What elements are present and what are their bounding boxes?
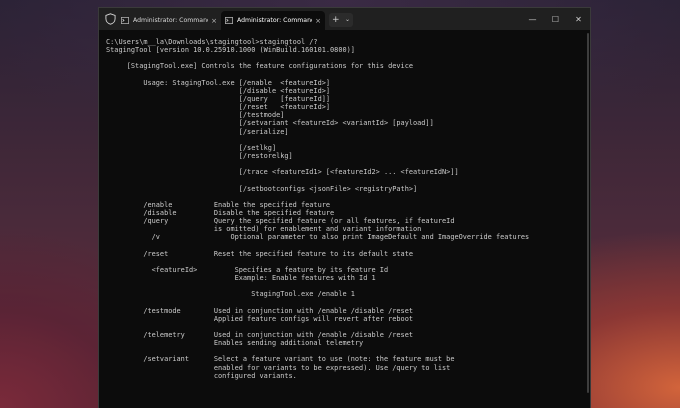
- maximize-button[interactable]: ☐: [544, 8, 567, 30]
- terminal-output[interactable]: C:\Users\m__la\Downloads\stagingtool>sta…: [106, 38, 586, 408]
- terminal-line: Applied feature configs will revert afte…: [106, 314, 413, 323]
- terminal-line: /enable Enable the specified feature: [106, 200, 331, 209]
- terminal-line: [/setvariant <featureId> <variantId> [pa…: [106, 119, 434, 128]
- tab-command-prompt-2[interactable]: Administrator: Command Pro ×: [221, 11, 325, 30]
- shield-icon: [105, 13, 116, 25]
- terminal-line: [/setlkg]: [106, 143, 277, 152]
- plus-icon[interactable]: +: [332, 15, 340, 25]
- new-tab-button[interactable]: + ⌄: [329, 13, 353, 27]
- terminal-line: [/setbootconfigs <jsonFile> <registryPat…: [106, 184, 418, 193]
- terminal-line: configured variants.: [106, 371, 297, 380]
- terminal-line: is omitted) for enablement and variant i…: [106, 225, 422, 234]
- terminal-line: [/reset <featureId>]: [106, 103, 331, 112]
- terminal-line: [/restorelkg]: [106, 151, 293, 160]
- terminal-line: [/serialize]: [106, 127, 289, 136]
- terminal-line: <featureId> Specifies a feature by its f…: [106, 265, 389, 274]
- terminal-line: /v Optional parameter to also print Imag…: [106, 233, 530, 242]
- terminal-line: /query Query the specified feature (or a…: [106, 217, 455, 226]
- terminal-line: C:\Users\m__la\Downloads\stagingtool>sta…: [106, 38, 318, 46]
- terminal-line: /disable Disable the specified feature: [106, 208, 335, 217]
- terminal-line: /setvariant Select a feature variant to …: [106, 355, 455, 364]
- terminal-icon: [225, 17, 233, 24]
- title-bar[interactable]: Administrator: Command Prom × Administra…: [99, 8, 590, 30]
- terminal-line: Usage: StagingTool.exe [/enable <feature…: [106, 78, 331, 87]
- tab-command-prompt-1[interactable]: Administrator: Command Prom ×: [117, 11, 221, 30]
- terminal-line: /telemetry Used in conjunction with /ena…: [106, 331, 413, 340]
- terminal-line: /testmode Used in conjunction with /enab…: [106, 306, 413, 315]
- terminal-line: [/trace <featureId1> [<featureId2> ... <…: [106, 168, 459, 177]
- tab-title: Administrator: Command Prom: [133, 17, 209, 24]
- close-window-button[interactable]: ✕: [567, 8, 590, 30]
- minimize-button[interactable]: —: [521, 8, 544, 30]
- terminal-line: [/disable <featureId>]: [106, 86, 331, 95]
- terminal-line: Example: Enable features with Id 1: [106, 274, 376, 283]
- terminal-line: [/query [featureId]]: [106, 94, 331, 103]
- terminal-icon: [121, 17, 129, 24]
- scrollbar[interactable]: [587, 33, 589, 393]
- chevron-down-icon[interactable]: ⌄: [345, 17, 350, 23]
- tab-title: Administrator: Command Pro: [237, 17, 313, 24]
- close-tab-icon[interactable]: ×: [211, 17, 217, 25]
- terminal-line: StagingTool [version 10.0.25910.1000 (Wi…: [106, 46, 355, 55]
- terminal-line: [/testmode]: [106, 111, 285, 120]
- terminal-line: [StagingTool.exe] Controls the feature c…: [106, 62, 413, 71]
- terminal-line: enabled for variants to be expressed). U…: [106, 363, 451, 372]
- terminal-line: Enables sending additional telemetry: [106, 339, 364, 348]
- terminal-line: /reset Reset the specified feature to it…: [106, 249, 413, 258]
- window-controls: — ☐ ✕: [521, 8, 590, 30]
- terminal-line: StagingTool.exe /enable 1: [106, 290, 355, 299]
- close-tab-icon[interactable]: ×: [315, 17, 321, 25]
- terminal-window: Administrator: Command Prom × Administra…: [98, 7, 591, 408]
